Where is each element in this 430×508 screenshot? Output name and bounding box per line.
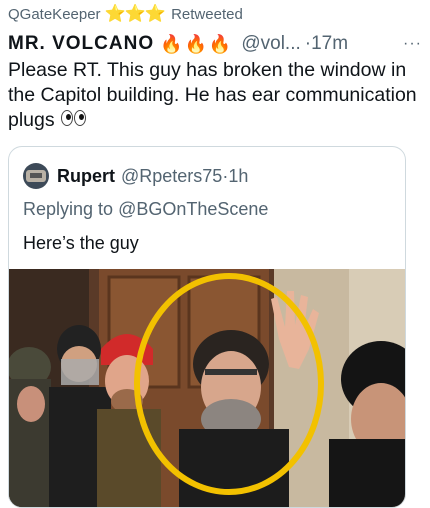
quoted-header: Rupert @Rpeters75 ·1h — [23, 163, 248, 189]
retweeter-name[interactable]: QGateKeeper — [8, 6, 101, 23]
star-emoji-icon: ⭐⭐⭐ — [104, 4, 167, 23]
tweet-timestamp[interactable]: ·17m — [305, 33, 348, 55]
eyes-emoji-icon — [60, 108, 87, 133]
author-handle[interactable]: @vol... — [241, 33, 300, 55]
tweet-photo[interactable] — [9, 269, 405, 507]
retweeted-by[interactable]: QGateKeeper ⭐⭐⭐ Retweeted — [8, 3, 243, 25]
replying-to-handle[interactable]: @BGOnTheScene — [118, 199, 268, 219]
quoted-author-name[interactable]: Rupert — [57, 166, 115, 187]
quoted-text: Here’s the guy — [23, 233, 139, 253]
quoted-author-handle[interactable]: @Rpeters75 — [121, 166, 222, 187]
more-options-icon[interactable]: ··· — [403, 35, 422, 53]
quoted-timestamp[interactable]: ·1h — [222, 166, 248, 187]
fire-emoji-icon: 🔥🔥🔥 — [160, 33, 234, 54]
retweeted-label: Retweeted — [171, 5, 243, 23]
replying-to-label: Replying to — [23, 199, 114, 219]
avatar[interactable] — [23, 163, 49, 189]
replying-to: Replying to @BGOnTheScene — [23, 199, 268, 220]
quoted-tweet[interactable]: Rupert @Rpeters75 ·1h Replying to @BGOnT… — [8, 146, 406, 508]
tweet-header: MR. VOLCANO 🔥🔥🔥 @vol... ·17m ··· — [8, 31, 422, 57]
author-name[interactable]: MR. VOLCANO — [8, 33, 154, 55]
tweet-body: Please RT. This guy has broken the windo… — [8, 58, 418, 133]
crowd-photo-illustration — [9, 269, 405, 507]
